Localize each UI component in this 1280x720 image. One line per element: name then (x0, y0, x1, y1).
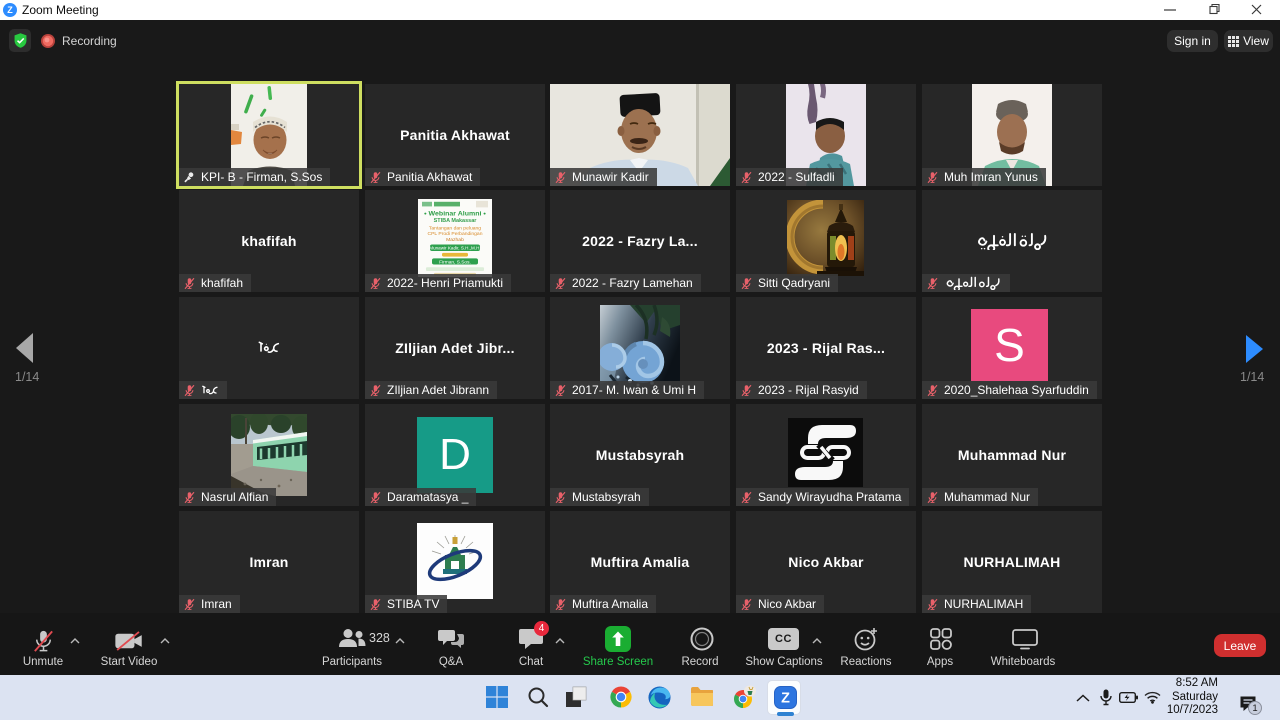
svg-text:Firman, S.Sos.: Firman, S.Sos. (439, 260, 471, 265)
svg-text:CPL Prodi Perbandingan: CPL Prodi Perbandingan (428, 231, 483, 237)
svg-text:• Webinar Alumni •: • Webinar Alumni • (424, 211, 486, 218)
svg-text:Tantangan dan peluang: Tantangan dan peluang (429, 226, 481, 232)
svg-text:Munawir Kadir, S.H.,M.H.: Munawir Kadir, S.H.,M.H. (429, 246, 480, 251)
svg-text:STIBA Makassar: STIBA Makassar (434, 218, 477, 224)
svg-text:Z: Z (781, 690, 790, 706)
svg-text:Mazhab: Mazhab (446, 237, 464, 243)
svg-text:Z: Z (7, 5, 13, 15)
